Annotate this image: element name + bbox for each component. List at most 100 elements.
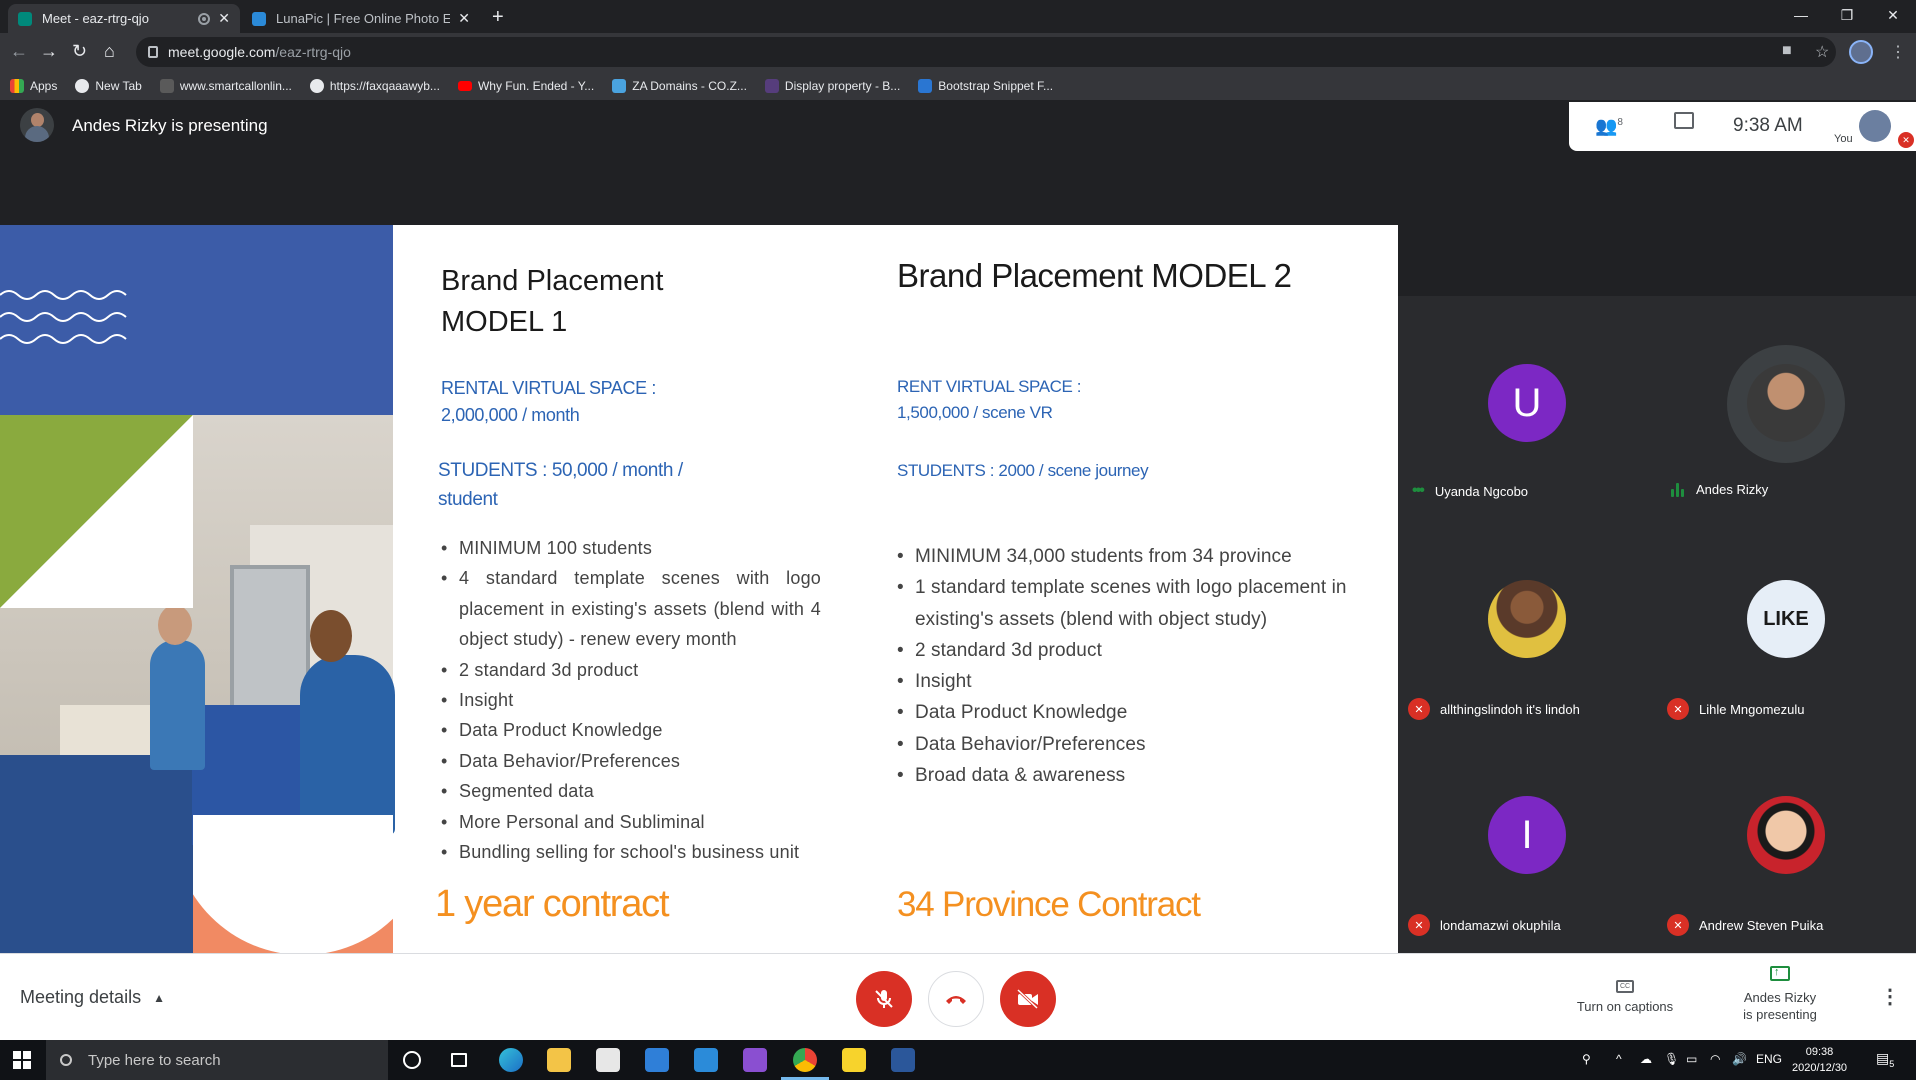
tab-meet[interactable]: Meet - eaz-rtrg-qjo ✕	[8, 4, 240, 33]
orange-arc-decoration	[193, 815, 393, 953]
browser-tab-bar: Meet - eaz-rtrg-qjo ✕ LunaPic | Free Onl…	[0, 0, 1916, 33]
reload-icon[interactable]: ↻	[72, 41, 87, 62]
chat-icon[interactable]	[1674, 112, 1694, 129]
windows-taskbar: Type here to search ⚲ ^ ☁ 🎙 ▭ ◠ 🔊 ENG 09…	[0, 1040, 1916, 1080]
camera-off-button[interactable]	[1000, 971, 1056, 1027]
edge-icon[interactable]	[499, 1048, 523, 1072]
participant-avatar: U	[1488, 364, 1566, 442]
back-arrow-icon[interactable]: ←	[10, 41, 28, 62]
model1-bullets: MINIMUM 100 students 4 standard template…	[441, 533, 821, 868]
bookmark-bootstrap-snippet[interactable]: Bootstrap Snippet F...	[918, 78, 1054, 93]
microphone-icon[interactable]: 🎙	[1664, 1052, 1679, 1066]
forward-arrow-icon[interactable]: →	[40, 41, 58, 62]
minimize-button[interactable]: —	[1778, 0, 1824, 30]
presenting-button-line1: Andes Rizky	[1743, 990, 1817, 1005]
mail-icon[interactable]	[645, 1048, 669, 1072]
smartcall-icon	[159, 78, 174, 93]
close-tab-icon[interactable]: ✕	[458, 10, 470, 27]
participant-avatar: LIKE	[1747, 580, 1825, 658]
participant-tile[interactable]: LIKE ✕ Lihle Mngomezulu	[1657, 512, 1916, 728]
participant-name-row: ✕ Lihle Mngomezulu	[1667, 698, 1805, 720]
profile-avatar[interactable]	[1849, 40, 1873, 64]
meeting-details-button[interactable]: Meeting details ▲	[20, 987, 165, 1008]
meet-bottom-bar: Meeting details ▲ CC Turn on captions An…	[0, 953, 1916, 1040]
notification-icon[interactable]: ▤5	[1876, 1050, 1894, 1069]
task-view-icon[interactable]	[451, 1053, 467, 1067]
bookmark-new-tab[interactable]: New Tab	[75, 78, 142, 93]
participant-count: 8	[1617, 117, 1623, 128]
self-muted-icon: ✕	[1898, 132, 1914, 148]
participant-tile[interactable]: ✕ Andrew Steven Puika	[1657, 728, 1916, 944]
chevron-up-icon[interactable]: ^	[1616, 1052, 1622, 1066]
windows-start-icon[interactable]	[13, 1051, 31, 1069]
onedrive-icon[interactable]: ☁	[1640, 1052, 1652, 1066]
bookmark-star-icon[interactable]: ☆	[1815, 42, 1829, 62]
close-window-button[interactable]: ✕	[1870, 0, 1916, 30]
zadomains-icon	[612, 78, 627, 93]
store-icon[interactable]	[596, 1048, 620, 1072]
url-host: meet.google.com	[168, 44, 276, 60]
recording-icon	[198, 12, 211, 25]
chevron-up-icon: ▲	[153, 990, 165, 1005]
participant-tile[interactable]: Andes Rizky	[1657, 296, 1916, 512]
vscode-icon[interactable]	[694, 1048, 718, 1072]
home-icon[interactable]: ⌂	[104, 41, 115, 62]
participant-tile[interactable]: U ••• Uyanda Ngcobo	[1398, 296, 1657, 512]
list-item: MINIMUM 34,000 students from 34 province	[897, 541, 1367, 573]
search-icon	[60, 1054, 72, 1066]
close-tab-icon[interactable]: ✕	[218, 10, 230, 27]
captions-button[interactable]: CC Turn on captions	[1555, 976, 1695, 1014]
presenting-button[interactable]: Andes Rizky is presenting	[1720, 964, 1840, 1023]
meeting-details-label: Meeting details	[20, 987, 142, 1007]
language-indicator[interactable]: ENG	[1756, 1052, 1782, 1066]
address-bar[interactable]: meet.google.com/eaz-rtrg-qjo	[136, 37, 1836, 67]
tab-lunapic[interactable]: LunaPic | Free Online Photo Editor ✕	[242, 4, 480, 33]
taskbar-search-box[interactable]: Type here to search	[46, 1040, 388, 1080]
visual-studio-icon[interactable]	[743, 1048, 767, 1072]
lock-icon	[148, 46, 158, 58]
globe-icon	[309, 78, 324, 93]
file-explorer-icon[interactable]	[547, 1048, 571, 1072]
bookmark-display-property[interactable]: Display property - B...	[764, 78, 900, 93]
meet-header: Andes Rizky is presenting 👥8 9:38 AM You…	[0, 102, 1916, 222]
more-options-icon[interactable]: •••	[1412, 482, 1425, 500]
bookmark-smartcall[interactable]: www.smartcallonlin...	[159, 78, 292, 93]
model1-title: Brand Placement MODEL 1	[441, 265, 664, 338]
sticky-notes-icon[interactable]	[842, 1048, 866, 1072]
leave-call-button[interactable]	[928, 971, 984, 1027]
people-tray-icon[interactable]: ⚲	[1582, 1052, 1591, 1066]
self-avatar[interactable]	[1859, 110, 1891, 142]
cortana-icon[interactable]	[403, 1051, 421, 1069]
participant-tile[interactable]: I ✕ londamazwi okuphila	[1398, 728, 1657, 944]
volume-icon[interactable]: 🔊	[1732, 1052, 1747, 1066]
participant-avatar: I	[1488, 796, 1566, 874]
wifi-icon[interactable]: ◠	[1710, 1052, 1720, 1066]
list-item: Data Product Knowledge	[441, 715, 821, 746]
microphone-off-button[interactable]	[856, 971, 912, 1027]
taskbar-clock[interactable]: 09:38 2020/12/30	[1792, 1044, 1847, 1076]
participant-name-row: ✕ Andrew Steven Puika	[1667, 914, 1823, 936]
new-tab-button[interactable]: +	[492, 6, 504, 29]
restore-button[interactable]: ❐	[1824, 0, 1870, 30]
more-options-icon[interactable]: ⋮	[1880, 984, 1900, 1009]
bookmark-label: Bootstrap Snippet F...	[938, 78, 1054, 93]
model2-contract: 34 Province Contract	[897, 885, 1201, 924]
menu-kebab-icon[interactable]: ⋮	[1890, 42, 1906, 62]
list-item: Insight	[897, 666, 1367, 698]
bookmark-faxqaaawyb[interactable]: https://faxqaaawyb...	[309, 78, 440, 93]
bookmark-za-domains[interactable]: ZA Domains - CO.Z...	[612, 78, 747, 93]
bookmark-apps[interactable]: Apps	[10, 78, 57, 93]
people-icon[interactable]: 👥8	[1595, 116, 1623, 137]
tab-title: Meet - eaz-rtrg-qjo	[42, 11, 149, 26]
list-item: Data Behavior/Preferences	[897, 729, 1367, 761]
bookmark-youtube[interactable]: Why Fun. Ended - Y...	[457, 79, 594, 93]
camera-icon[interactable]: ■	[1782, 42, 1792, 60]
captions-label: Turn on captions	[1576, 999, 1674, 1014]
participant-tile[interactable]: ✕ allthingslindoh it's lindoh	[1398, 512, 1657, 728]
wave-decoration-icon	[0, 290, 127, 344]
battery-icon[interactable]: ▭	[1686, 1052, 1697, 1066]
chrome-icon[interactable]	[781, 1048, 829, 1080]
participant-name-row: ✕ londamazwi okuphila	[1408, 914, 1561, 936]
word-icon[interactable]	[891, 1048, 915, 1072]
taskbar-search-placeholder: Type here to search	[88, 1051, 221, 1069]
